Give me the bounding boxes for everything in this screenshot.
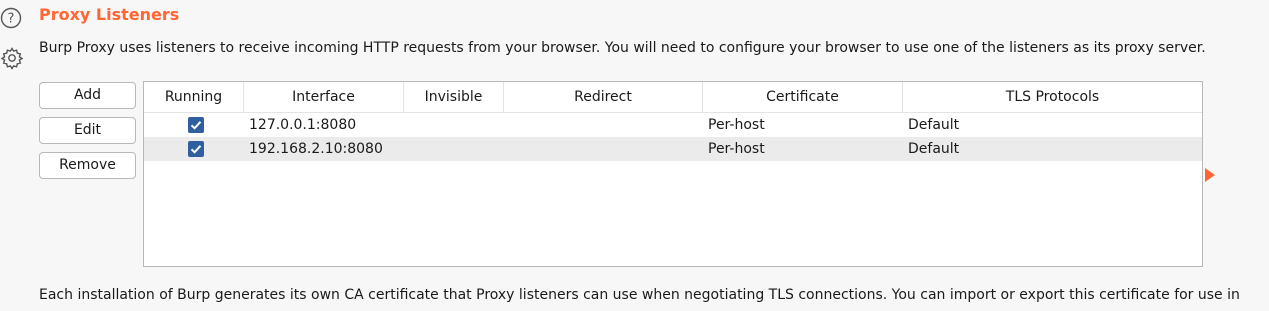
check-icon: [190, 145, 202, 154]
svg-text:?: ?: [8, 12, 15, 27]
edit-button[interactable]: Edit: [39, 117, 136, 144]
tls-protocols-cell: Default: [908, 141, 960, 157]
column-header-tls-protocols[interactable]: TLS Protocols: [903, 82, 1202, 112]
check-icon: [190, 121, 202, 130]
running-checkbox[interactable]: [188, 117, 204, 133]
running-checkbox[interactable]: [188, 141, 204, 157]
certificate-cell: Per-host: [708, 141, 765, 157]
remove-button[interactable]: Remove: [39, 152, 136, 179]
interface-cell: 192.168.2.10:8080: [249, 141, 383, 157]
column-header-certificate[interactable]: Certificate: [703, 82, 903, 112]
footer-text: Each installation of Burp generates its …: [39, 287, 1240, 303]
add-button[interactable]: Add: [39, 82, 136, 109]
triangle-right-icon[interactable]: [1205, 168, 1215, 182]
column-header-invisible[interactable]: Invisible: [404, 82, 504, 112]
table-row[interactable]: 127.0.0.1:8080 Per-host Default: [144, 113, 1202, 137]
help-icon[interactable]: ?: [0, 7, 22, 29]
tls-protocols-cell: Default: [908, 117, 960, 133]
column-header-redirect[interactable]: Redirect: [504, 82, 703, 112]
table-row[interactable]: 192.168.2.10:8080 Per-host Default: [144, 137, 1202, 161]
gear-icon[interactable]: [0, 46, 24, 70]
table-header: Running Interface Invisible Redirect Cer…: [144, 82, 1202, 113]
section-title: Proxy Listeners: [39, 5, 180, 24]
certificate-cell: Per-host: [708, 117, 765, 133]
interface-cell: 127.0.0.1:8080: [249, 117, 357, 133]
column-header-running[interactable]: Running: [144, 82, 244, 112]
column-header-interface[interactable]: Interface: [244, 82, 404, 112]
section-description: Burp Proxy uses listeners to receive inc…: [39, 40, 1206, 56]
listeners-table[interactable]: Running Interface Invisible Redirect Cer…: [143, 81, 1203, 267]
